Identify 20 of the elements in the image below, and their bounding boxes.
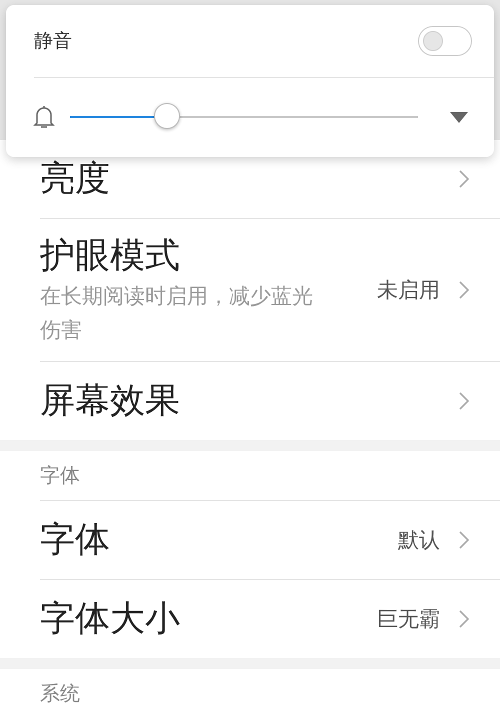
setting-value: 默认 — [398, 527, 440, 554]
bell-icon — [32, 104, 56, 130]
chevron-icon[interactable] — [458, 609, 470, 629]
chevron-icon[interactable] — [458, 280, 470, 300]
mute-toggle[interactable] — [418, 26, 472, 56]
chevron-icon[interactable] — [458, 530, 470, 550]
setting-title: 屏幕效果 — [40, 380, 181, 423]
expand-icon[interactable] — [450, 112, 468, 122]
mute-label: 静音 — [34, 29, 73, 54]
setting-value: 巨无霸 — [377, 606, 440, 633]
setting-title: 字体大小 — [40, 598, 181, 641]
chevron-icon[interactable] — [458, 391, 470, 411]
setting-title: 护眼模式 — [40, 235, 181, 278]
chevron-icon[interactable] — [458, 169, 470, 189]
volume-slider-thumb[interactable] — [154, 103, 180, 129]
setting-description: 在长期阅读时启用，减少蓝光伤害 — [40, 283, 314, 344]
setting-title: 亮度 — [40, 158, 111, 201]
setting-title: 字体 — [40, 519, 111, 562]
section-header: 系统 — [40, 680, 81, 707]
setting-value: 未启用 — [377, 277, 440, 304]
